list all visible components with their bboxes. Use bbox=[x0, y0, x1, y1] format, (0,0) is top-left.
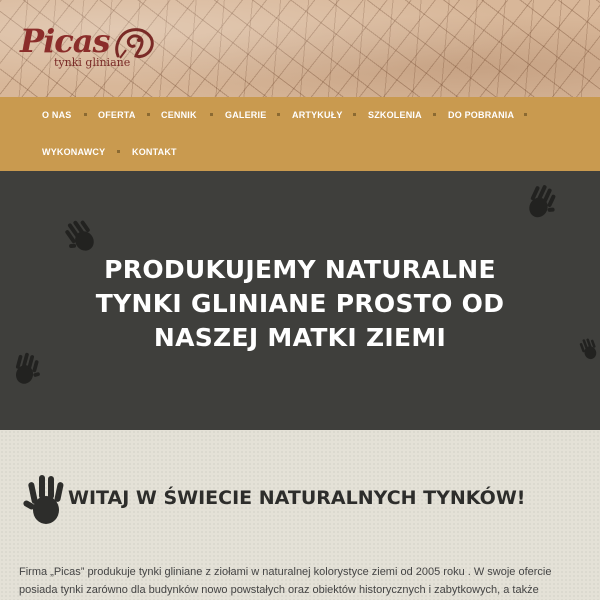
nav-separator bbox=[84, 113, 87, 116]
nav-separator bbox=[277, 113, 280, 116]
nav-row-1: O NAS OFERTA CENNIK GALERIE ARTYKUŁY SZK… bbox=[0, 97, 600, 134]
nav-item-do-pobrania[interactable]: DO POBRANIA bbox=[448, 110, 514, 120]
site-logo[interactable]: Picas tynki gliniane bbox=[16, 22, 154, 70]
logo-tagline: tynki gliniane bbox=[54, 56, 131, 69]
site-header: Picas tynki gliniane bbox=[0, 0, 600, 97]
welcome-heading: WITAJ W ŚWIECIE NATURALNYCH TYNKÓW! bbox=[68, 487, 526, 509]
main-navigation: O NAS OFERTA CENNIK GALERIE ARTYKUŁY SZK… bbox=[0, 97, 600, 171]
intro-line: Firma „Picas” produkuje tynki gliniane z… bbox=[19, 566, 552, 578]
handprint-icon bbox=[15, 352, 40, 384]
nav-item-cennik[interactable]: CENNIK bbox=[161, 110, 197, 120]
intro-paragraph: Firma „Picas” produkuje tynki gliniane z… bbox=[19, 563, 589, 599]
nav-separator bbox=[353, 113, 356, 116]
nav-item-galerie[interactable]: GALERIE bbox=[225, 110, 266, 120]
nav-item-wykonawcy[interactable]: WYKONAWCY bbox=[42, 147, 105, 157]
nav-separator bbox=[210, 113, 213, 116]
nav-row-2: WYKONAWCY KONTAKT bbox=[0, 134, 600, 171]
logo-wordmark: Picas bbox=[20, 22, 110, 60]
nav-item-szkolenia[interactable]: SZKOLENIA bbox=[368, 110, 422, 120]
nav-item-o-nas[interactable]: O NAS bbox=[42, 110, 72, 120]
hero-title: PRODUKUJEMY NATURALNE TYNKI GLINIANE PRO… bbox=[95, 255, 505, 352]
nav-separator bbox=[524, 113, 527, 116]
hero-banner: PRODUKUJEMY NATURALNE TYNKI GLINIANE PRO… bbox=[0, 171, 600, 430]
handprint-icon bbox=[529, 185, 556, 218]
nav-separator bbox=[117, 150, 120, 153]
handprint-icon bbox=[23, 475, 64, 524]
handprint-icon bbox=[579, 338, 597, 360]
nav-item-kontakt[interactable]: KONTAKT bbox=[132, 147, 177, 157]
nav-item-oferta[interactable]: OFERTA bbox=[98, 110, 136, 120]
nav-item-artykuly[interactable]: ARTYKUŁY bbox=[292, 110, 343, 120]
welcome-section: WITAJ W ŚWIECIE NATURALNYCH TYNKÓW! Firm… bbox=[0, 430, 600, 600]
nav-separator bbox=[147, 113, 150, 116]
nav-separator bbox=[433, 113, 436, 116]
intro-line: posiada tynki zarówno dla budynków nowo … bbox=[19, 584, 539, 596]
